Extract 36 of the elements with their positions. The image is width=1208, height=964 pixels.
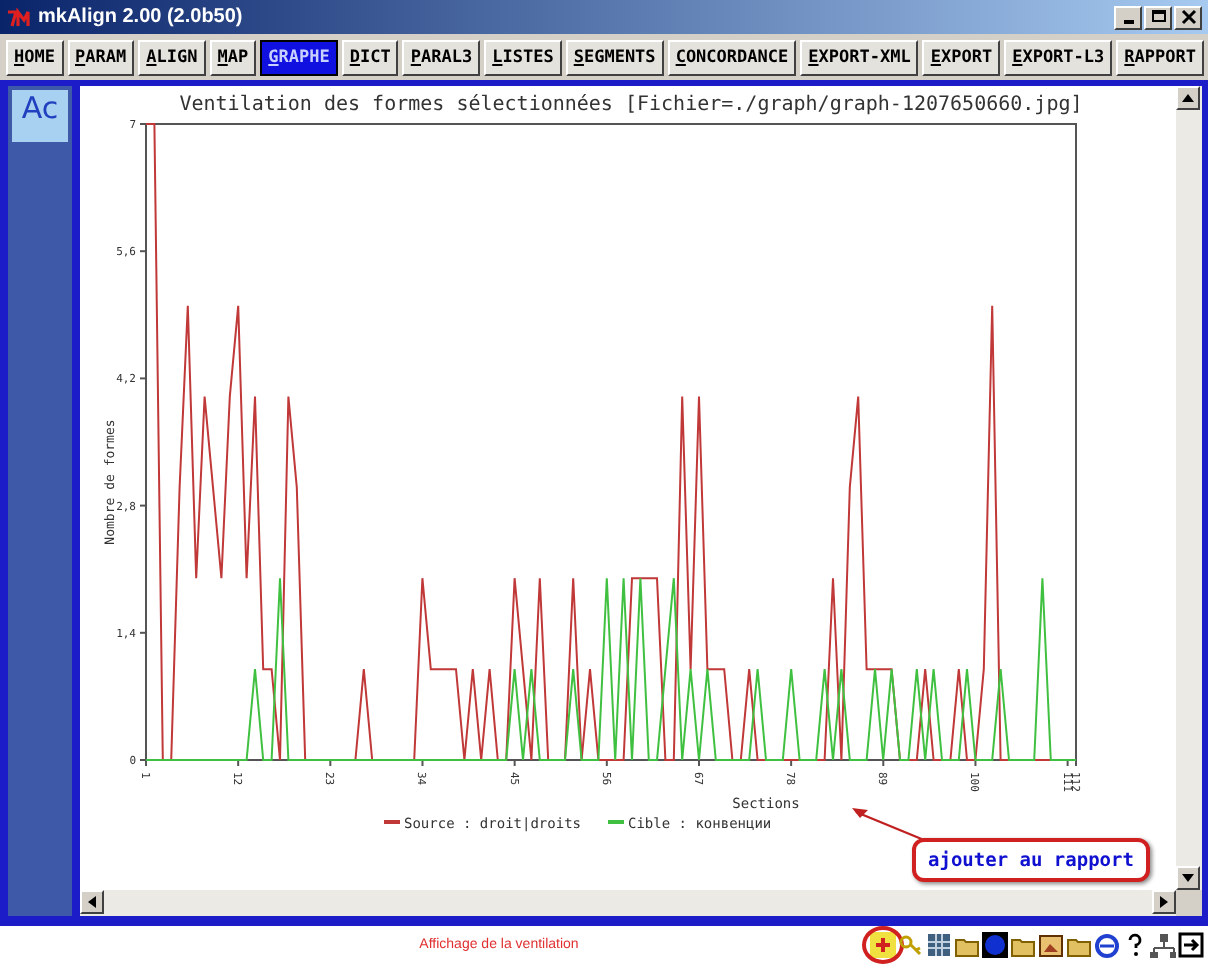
network-icon[interactable] xyxy=(1150,932,1176,958)
tab[interactable]: LISTES xyxy=(484,40,562,76)
app-logo: Ac xyxy=(12,90,68,142)
maximize-button[interactable] xyxy=(1144,5,1172,29)
tab[interactable]: GRAPHE xyxy=(260,40,338,76)
tab[interactable]: RAPPORT xyxy=(1116,40,1205,76)
tab[interactable]: EXPORT-XML xyxy=(800,40,919,76)
tab[interactable]: SEGMENTS xyxy=(565,40,664,76)
tab[interactable]: EXPORT xyxy=(922,40,1001,76)
picture-icon[interactable] xyxy=(1038,932,1064,958)
minimize-button[interactable] xyxy=(1114,5,1142,29)
triangle-icon xyxy=(1182,92,1194,104)
tab[interactable]: ALIGN xyxy=(138,40,206,76)
window-title: mkAlign 2.00 (2.0b50) xyxy=(38,6,245,28)
tab[interactable]: HOME xyxy=(6,40,63,76)
highlight-circle xyxy=(862,926,904,964)
close-button[interactable] xyxy=(1174,5,1202,29)
grid-icon[interactable] xyxy=(926,932,952,958)
app-icon xyxy=(6,7,30,27)
chart-title: Ventilation des formes sélectionnées [Fichier=./graph/graph-1207650660.jpg] xyxy=(179,94,1083,116)
exit-icon[interactable] xyxy=(1178,932,1204,958)
key-icon[interactable] xyxy=(898,932,924,958)
arrow xyxy=(852,808,925,842)
tab[interactable]: DICT xyxy=(341,40,399,76)
tab[interactable]: PARAM xyxy=(67,40,135,76)
tab[interactable]: PARAL3 xyxy=(402,40,481,76)
tab[interactable]: MAP xyxy=(209,40,257,76)
tab[interactable]: CONCORDANCE xyxy=(667,40,797,76)
tab[interactable]: EXPORT-L3 xyxy=(1004,40,1113,76)
maximize-icon xyxy=(1149,8,1167,26)
horizontal-scrollbar[interactable] xyxy=(80,890,1176,916)
plus-icon[interactable] xyxy=(870,932,896,958)
close-icon xyxy=(1179,8,1197,26)
triangle-icon xyxy=(86,896,98,908)
vertical-scrollbar[interactable] xyxy=(1176,86,1202,890)
callout-label: ajouter au rapport xyxy=(912,838,1150,882)
